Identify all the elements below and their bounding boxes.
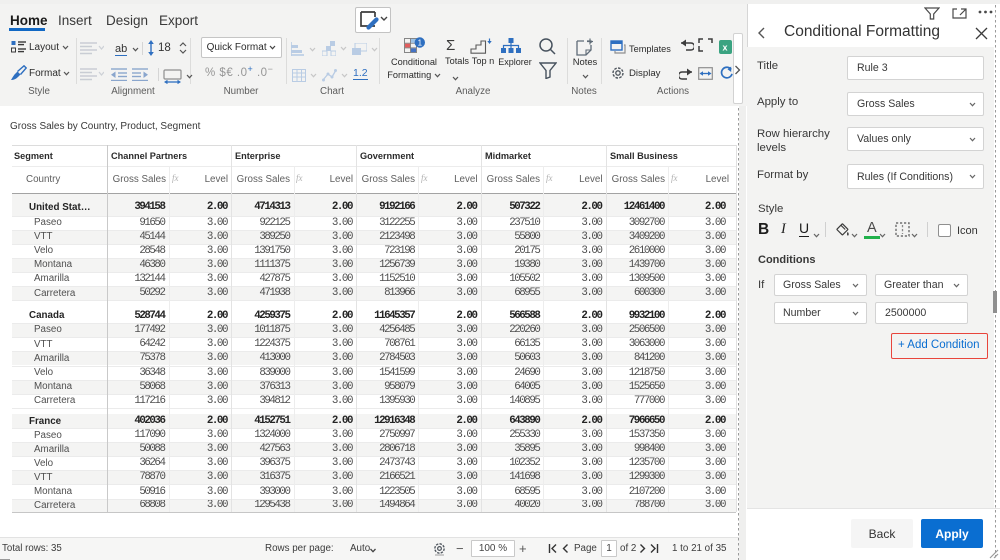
svg-text:1: 1: [418, 38, 423, 47]
svg-text:x: x: [722, 43, 727, 53]
